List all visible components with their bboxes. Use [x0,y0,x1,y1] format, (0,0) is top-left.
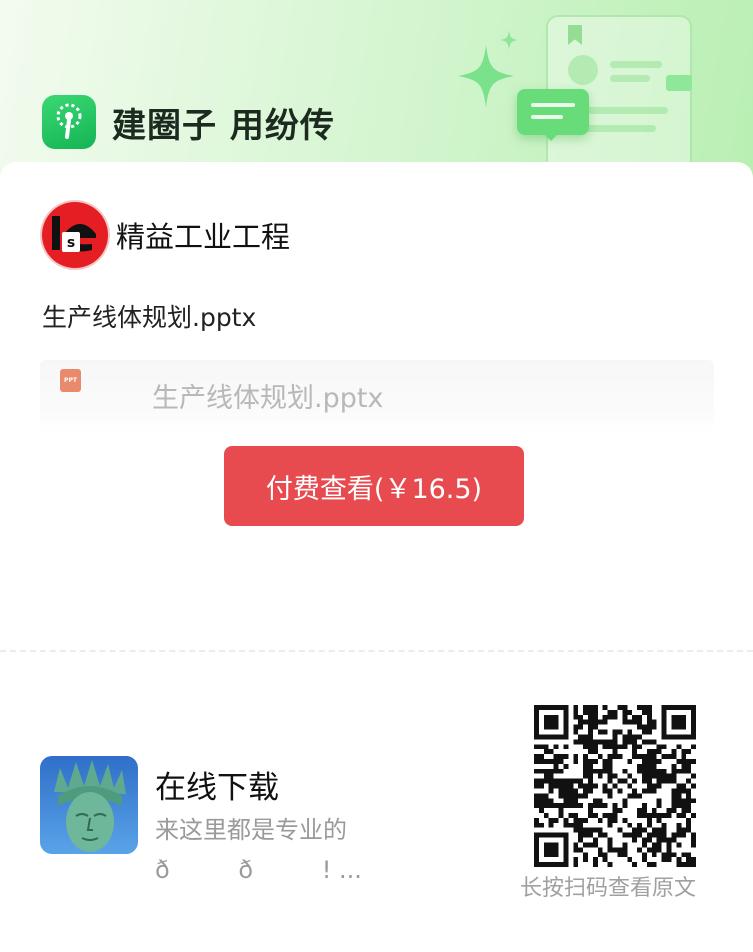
brand-name: 建圈子 用纷传 [112,105,335,146]
download-title[interactable]: 在线下载 [155,762,279,807]
author-name[interactable]: 精益工业工程 [116,214,290,256]
bookmark-icon [568,25,582,45]
ppt-file-icon: PPT [60,369,81,392]
file-preview[interactable]: PPT 生产线体规划.pptx [40,360,714,434]
chat-bubble-icon [517,89,589,141]
qr-code[interactable] [534,705,696,867]
dashed-divider [0,650,753,652]
file-title: 生产线体规划.pptx [42,303,257,332]
app-logo-icon [42,95,96,149]
sparkle-small-icon [500,30,518,50]
chat-small-icon [666,75,692,91]
download-app-icon[interactable] [40,756,138,854]
pay-to-view-button[interactable]: 付费查看(￥16.5) [224,446,524,526]
brand: 建圈子 用纷传 [42,95,335,149]
file-preview-name: 生产线体规划.pptx [152,383,384,414]
qr-caption: 长按扫码查看原文 [520,876,697,901]
author-row[interactable]: s 精益工业工程 [42,202,290,268]
author-avatar[interactable]: s [42,202,108,268]
download-description: 来这里都是专业的ð ð ! ... [155,816,362,884]
sparkle-icon [458,45,514,107]
svg-text:s: s [67,235,75,251]
